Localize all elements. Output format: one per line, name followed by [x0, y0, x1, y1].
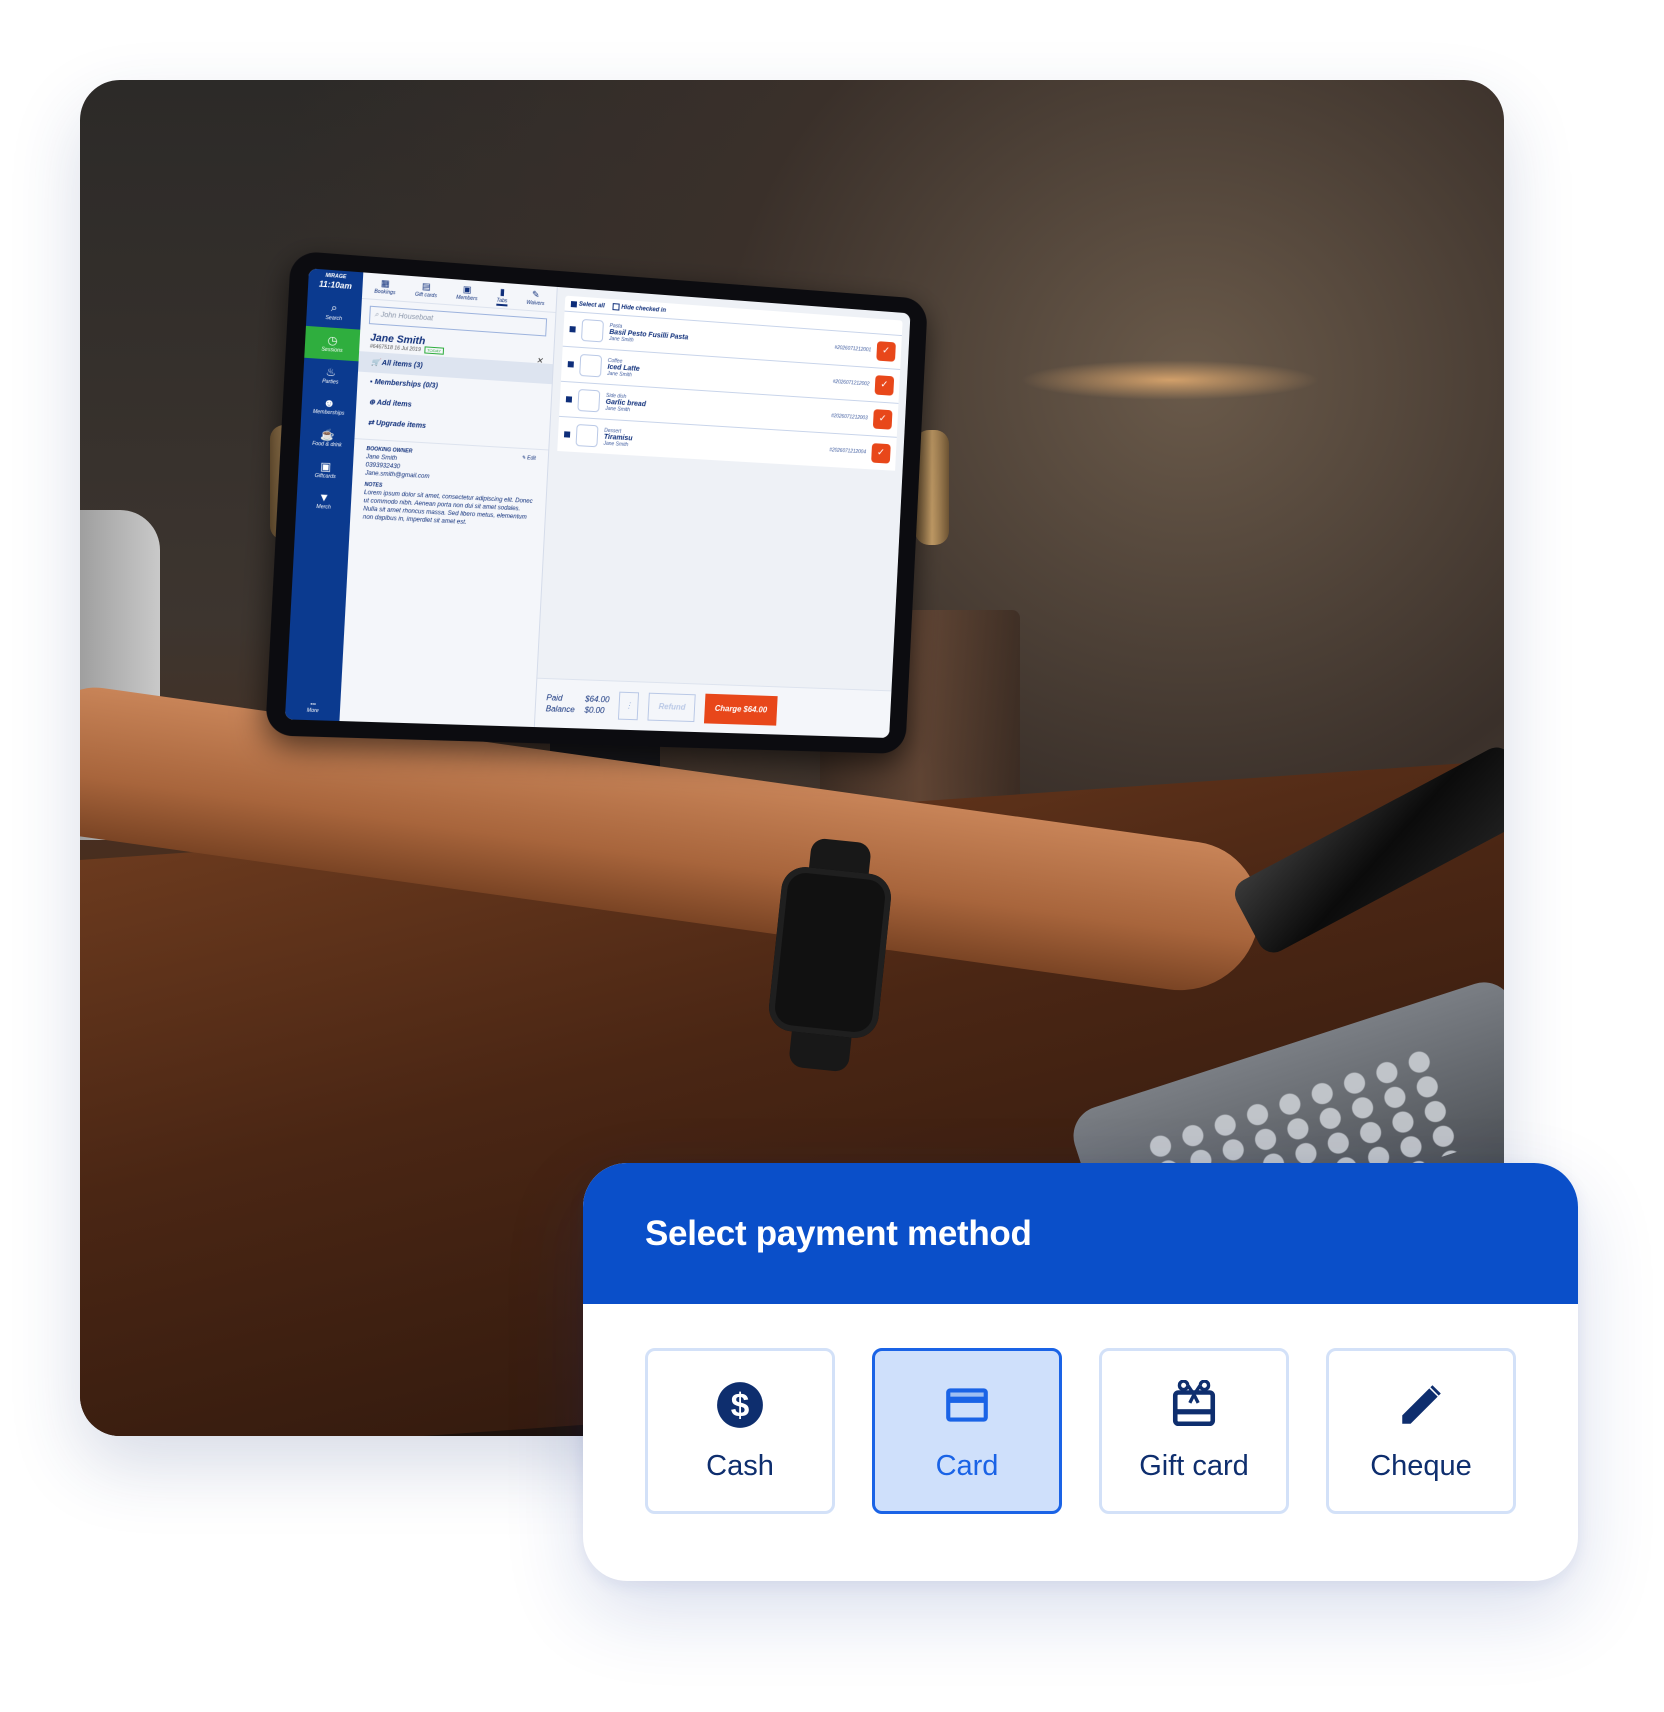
paid-label: Paid [546, 692, 563, 703]
payment-method-dialog: Select payment method $ Cash Card Gift c… [583, 1163, 1578, 1581]
check-in-button[interactable]: ✓ [876, 341, 896, 362]
tab-icon: ▮ [499, 286, 506, 298]
food-thumb-icon [577, 389, 601, 413]
coffee-machine [1020, 360, 1320, 400]
select-all-checkbox[interactable] [570, 300, 578, 307]
check-in-button[interactable]: ✓ [874, 375, 895, 396]
check-in-button[interactable]: ✓ [871, 443, 891, 464]
option-label: Cash [706, 1449, 774, 1482]
food-thumb-icon [575, 424, 599, 448]
payment-option-card[interactable]: Card [872, 1348, 1062, 1514]
item-id: #2026071212001 [834, 344, 872, 354]
item-checkbox[interactable] [567, 361, 574, 368]
tab-gift-cards[interactable]: ▤ Gift cards [415, 280, 438, 301]
payment-footer: Paid Balance $64.00 $0.00 ⋮ Refund Charge … [534, 677, 892, 739]
close-icon[interactable]: ✕ [536, 356, 543, 365]
gift-card-icon [1169, 1379, 1219, 1430]
food-thumb-icon [579, 354, 603, 378]
option-label: Cheque [1370, 1449, 1472, 1482]
hide-checked-in-checkbox[interactable] [612, 303, 620, 311]
tablet-screen: MIRAGE 11:10am ⌕ Search ◷ Sessions ♨ Partie… [284, 268, 911, 739]
item-id: #2026071212004 [829, 447, 867, 456]
tab-tabs[interactable]: ▮ Tabs [496, 286, 509, 307]
tab-members[interactable]: ▣ Members [456, 283, 478, 304]
balance-label: Balance [545, 704, 575, 715]
paid-value: $64.00 [584, 694, 610, 705]
option-label: Gift card [1139, 1449, 1249, 1482]
dialog-header: Select payment method [583, 1163, 1578, 1304]
item-id: #2026071212002 [832, 379, 870, 388]
sidebar-item-giftcards[interactable]: ▣ Giftcards [297, 452, 353, 487]
svg-text:$: $ [731, 1387, 750, 1424]
food-thumb-icon [580, 318, 604, 343]
smartwatch [766, 864, 894, 1041]
check-in-button[interactable]: ✓ [872, 409, 893, 430]
tab-waivers[interactable]: ✎ Waivers [526, 289, 545, 309]
item-id: #2026071212003 [830, 413, 868, 422]
dialog-title: Select payment method [645, 1213, 1032, 1253]
charge-button[interactable]: Charge $64.00 [704, 693, 778, 726]
booking-owner-section: ✎ Edit BOOKING OWNER Jane Smith 03939324… [349, 438, 549, 538]
pencil-icon [1396, 1380, 1446, 1430]
customer-panel: ▦ Bookings ▤ Gift cards ▣ Members ▮ Tabs ✎ Wa… [339, 272, 558, 728]
payment-option-gift-card[interactable]: Gift card [1099, 1348, 1289, 1514]
credit-card-icon [942, 1380, 992, 1430]
payment-option-cheque[interactable]: Cheque [1326, 1348, 1516, 1514]
today-badge: TODAY [423, 346, 444, 355]
more-options-button[interactable]: ⋮ [618, 691, 640, 721]
balance-value: $0.00 [584, 705, 605, 716]
item-checkbox[interactable] [563, 431, 571, 438]
sidebar-item-memberships[interactable]: ☻ Memberships [301, 390, 357, 424]
sidebar-item-search[interactable]: ⌕ Search [306, 294, 362, 330]
sidebar-more[interactable]: ••• More [306, 701, 319, 720]
dollar-circle-icon: $ [715, 1380, 765, 1430]
sidebar-item-food-drink[interactable]: ☕ Food & drink [299, 420, 355, 455]
sidebar-item-sessions[interactable]: ◷ Sessions [304, 325, 361, 362]
tab-bookings[interactable]: ▦ Bookings [374, 277, 396, 298]
item-checkbox[interactable] [569, 326, 576, 333]
pos-tablet: MIRAGE 11:10am ⌕ Search ◷ Sessions ♨ Partie… [265, 250, 928, 755]
sidebar-item-merch[interactable]: ▼ Merch [296, 484, 352, 518]
sidebar-item-parties[interactable]: ♨ Parties [303, 358, 359, 393]
items-panel: Select all Hide checked in Pasta Basil Pe… [534, 287, 911, 739]
refund-button[interactable]: Refund [647, 692, 697, 723]
edit-owner-button[interactable]: ✎ Edit [521, 455, 536, 463]
item-checkbox[interactable] [565, 396, 573, 403]
payment-options: $ Cash Card Gift card Cheque [583, 1304, 1578, 1514]
option-label: Card [935, 1449, 999, 1482]
payment-option-cash[interactable]: $ Cash [645, 1348, 835, 1514]
